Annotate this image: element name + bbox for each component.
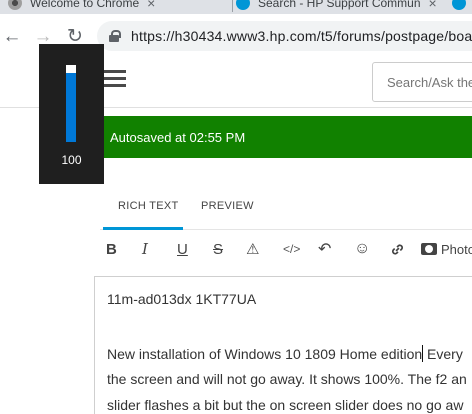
reload-icon[interactable]: ↻ — [65, 26, 85, 46]
hamburger-menu-icon[interactable] — [104, 70, 126, 88]
tab-hp-support-search[interactable]: Search - HP Support Commun × — [236, 0, 446, 14]
code-icon[interactable]: </> — [283, 240, 300, 258]
url-text[interactable]: https://h30434.www3.hp.com/t5/forums/pos… — [131, 28, 472, 44]
spoiler-warning-icon[interactable]: ⚠ — [246, 240, 259, 258]
editor-line: the screen and will not go away. It show… — [107, 371, 467, 387]
tab-welcome-to-chrome[interactable]: Welcome to Chrome × — [8, 0, 230, 14]
close-icon[interactable]: × — [147, 0, 155, 11]
editor-text: Every — [423, 346, 463, 362]
browser-window: Welcome to Chrome × Search - HP Support … — [0, 0, 472, 414]
bold-button[interactable]: B — [106, 240, 117, 258]
link-icon[interactable] — [390, 240, 405, 258]
message-body-editor[interactable]: 11m-ad013dx 1KT77UA New installation of … — [94, 276, 472, 414]
link-chain-glyph — [392, 243, 403, 255]
active-tab-indicator — [103, 227, 183, 230]
italic-button[interactable]: I — [142, 240, 148, 258]
editor-line: slider flashes a bit but the on screen s… — [107, 397, 464, 413]
editor-line-model: 11m-ad013dx 1KT77UA — [107, 291, 257, 307]
undo-icon[interactable]: ↶ — [318, 240, 331, 258]
editor-text: New installation of Windows 10 1809 Home… — [107, 346, 423, 362]
underline-button[interactable]: U — [177, 240, 188, 258]
insert-photo-button[interactable]: Photo — [421, 240, 472, 258]
chrome-icon — [8, 0, 22, 10]
brightness-value: 100 — [61, 153, 82, 167]
tab-title: Welcome to Chrome — [30, 0, 140, 10]
tab-strip: Welcome to Chrome × Search - HP Support … — [0, 0, 472, 14]
autosave-banner: Autosaved at 02:55 PM — [94, 116, 472, 158]
community-search-input[interactable]: Search/Ask the — [372, 62, 472, 102]
photo-label: Photo — [441, 241, 472, 257]
tab-rich-text[interactable]: RICH TEXT — [118, 200, 179, 212]
brightness-level-fill — [66, 72, 76, 142]
back-arrow-icon[interactable]: ← — [2, 26, 22, 46]
forward-arrow-icon[interactable]: → — [33, 26, 53, 46]
tab-preview[interactable]: PREVIEW — [201, 200, 254, 212]
tab-title: Search - HP Support Commun — [258, 0, 421, 10]
camera-icon — [421, 243, 437, 255]
brightness-osd: 100 — [39, 44, 104, 184]
tab-separator — [232, 0, 233, 12]
close-icon[interactable]: × — [429, 0, 437, 11]
editor-line: New installation of Windows 10 1809 Home… — [107, 345, 463, 362]
tab-hp-active[interactable] — [452, 0, 472, 14]
brightness-level-bar — [66, 65, 76, 142]
editor-tabs: RICH TEXT PREVIEW — [100, 190, 472, 230]
hp-logo-icon — [236, 0, 250, 10]
lock-icon[interactable] — [109, 30, 121, 42]
address-bar[interactable]: https://h30434.www3.hp.com/t5/forums/pos… — [97, 21, 472, 51]
hp-logo-icon — [452, 0, 466, 10]
emoji-icon[interactable]: ☺ — [354, 240, 370, 258]
format-toolbar: B I U S ⚠ </> ↶ ☺ Photo — [100, 232, 472, 266]
strikethrough-button[interactable]: S — [213, 240, 223, 258]
